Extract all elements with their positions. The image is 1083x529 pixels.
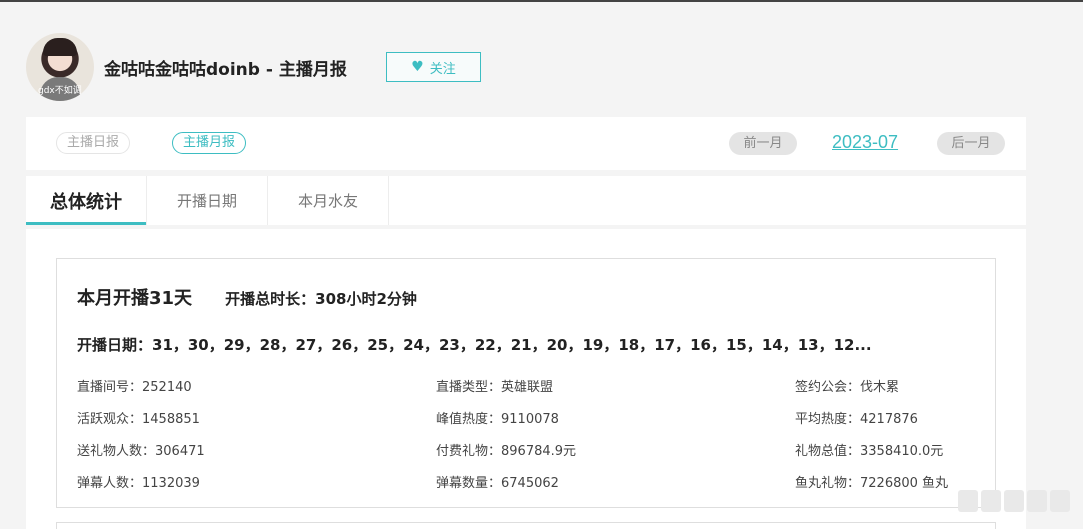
watermark bbox=[958, 486, 1073, 516]
stat-active-viewers: 活跃观众：1458851 bbox=[77, 412, 200, 427]
tab-overall-stats[interactable]: 总体统计 bbox=[26, 176, 147, 225]
stat-live-type: 直播类型：英雄联盟 bbox=[436, 380, 554, 395]
avatar-caption: gdx不如调 bbox=[38, 86, 82, 96]
stat-gift-senders: 送礼物人数：306471 bbox=[77, 444, 205, 459]
summary-line: 本月开播31天 开播总时长：308小时2分钟 bbox=[77, 284, 417, 310]
stat-danmu-count: 弹幕数量：6745062 bbox=[436, 476, 559, 491]
stat-paid-gifts: 付费礼物：896784.9元 bbox=[436, 444, 577, 459]
live-duration: 开播总时长：308小时2分钟 bbox=[225, 290, 417, 308]
follow-button-label: 关注 bbox=[429, 61, 456, 77]
stat-guild: 签约公会：伐木累 bbox=[795, 380, 900, 395]
next-month-button[interactable]: 后一月 bbox=[937, 132, 1005, 155]
stats-card: 本月开播31天 开播总时长：308小时2分钟 开播日期：31，30，29，28，… bbox=[56, 258, 996, 508]
tab-live-dates[interactable]: 开播日期 bbox=[147, 176, 268, 225]
page-title: 金咕咕金咕咕doinb - 主播月报 bbox=[104, 60, 347, 80]
avatar[interactable]: gdx不如调 bbox=[26, 33, 94, 101]
content-panel: 本月开播31天 开播总时长：308小时2分钟 开播日期：31，30，29，28，… bbox=[26, 229, 1026, 529]
stat-fishball-gifts: 鱼丸礼物：7226800 鱼丸 bbox=[795, 476, 949, 491]
live-dates-list: 开播日期：31，30，29，28，27，26，25，24，23，22，21，20… bbox=[77, 336, 872, 354]
stat-room-id: 直播间号：252140 bbox=[77, 380, 192, 395]
stat-peak-heat: 峰值热度：9110078 bbox=[436, 412, 559, 427]
next-card-edge bbox=[56, 522, 996, 529]
stat-avg-heat: 平均热度：4217876 bbox=[795, 412, 918, 427]
stats-tab-bar: 总体统计 开播日期 本月水友 bbox=[26, 176, 1026, 225]
stat-danmu-users: 弹幕人数：1132039 bbox=[77, 476, 200, 491]
heart-icon: ♥ bbox=[411, 59, 424, 75]
tab-monthly-fans[interactable]: 本月水友 bbox=[268, 176, 389, 225]
streamer-header: gdx不如调 金咕咕金咕咕doinb - 主播月报 ♥ 关注 bbox=[26, 33, 626, 101]
prev-month-button[interactable]: 前一月 bbox=[729, 132, 797, 155]
daily-report-tab[interactable]: 主播日报 bbox=[56, 132, 131, 154]
follow-button[interactable]: ♥ 关注 bbox=[386, 52, 481, 82]
report-type-bar: 主播日报 主播月报 前一月 2023-07 后一月 bbox=[26, 117, 1026, 170]
monthly-report-tab[interactable]: 主播月报 bbox=[172, 132, 247, 154]
live-days: 本月开播31天 bbox=[77, 288, 193, 309]
window-top-border bbox=[0, 0, 1083, 2]
stat-gift-total: 礼物总值：3358410.0元 bbox=[795, 444, 944, 459]
current-month-link[interactable]: 2023-07 bbox=[832, 132, 898, 153]
